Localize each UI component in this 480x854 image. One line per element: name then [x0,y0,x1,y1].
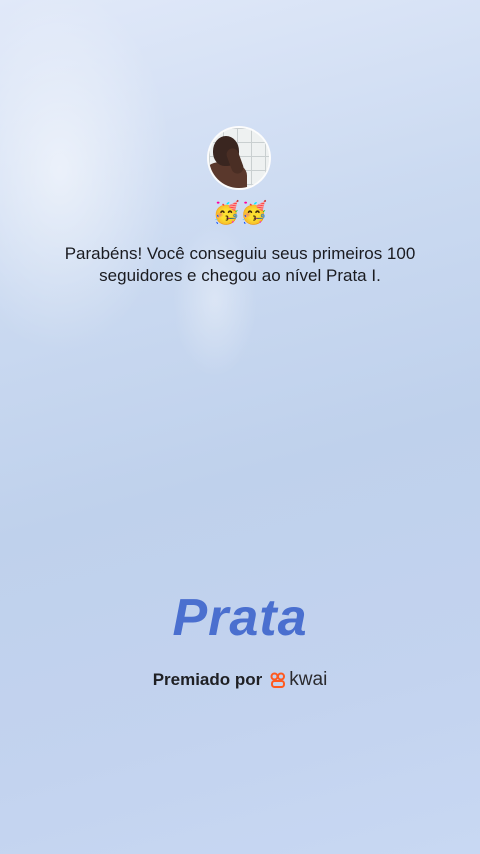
avatar [207,126,271,190]
brand: kwai [270,668,327,692]
congratulations-message: Parabéns! Você conseguiu seus primeiros … [64,244,416,285]
celebration-emojis: 🥳🥳 [212,200,268,225]
brand-name: kwai [289,669,328,690]
kwai-logo-icon [270,672,286,688]
tier-title: Prata [172,589,308,647]
awarded-by-label: Premiado por [152,670,263,689]
awarded-by: Premiado por kwai [0,668,480,692]
achievement-screen: 🥳🥳 Parabéns! Você conseguiu seus primeir… [0,0,480,854]
